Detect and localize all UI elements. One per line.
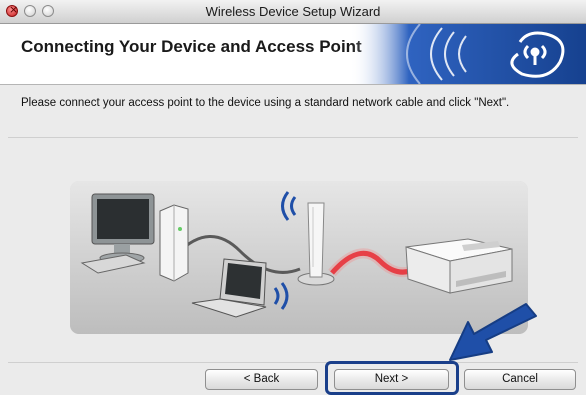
window-title: Wireless Device Setup Wizard <box>205 4 381 19</box>
divider <box>8 137 578 138</box>
instruction-text: Please connect your access point to the … <box>21 97 510 109</box>
title-bar: Wireless Device Setup Wizard <box>0 0 586 24</box>
header-banner <box>350 24 586 84</box>
setup-wizard-window: Wireless Device Setup Wizard Connecting … <box>0 0 586 395</box>
wizard-header: Connecting Your Device and Access Point <box>0 24 586 85</box>
next-button[interactable]: Next > <box>334 369 449 390</box>
back-button[interactable]: < Back <box>205 369 318 390</box>
pc-tower-icon <box>159 204 189 282</box>
page-title: Connecting Your Device and Access Point <box>21 37 362 56</box>
pointer-arrow-icon <box>449 303 537 361</box>
cancel-button[interactable]: Cancel <box>464 369 576 390</box>
